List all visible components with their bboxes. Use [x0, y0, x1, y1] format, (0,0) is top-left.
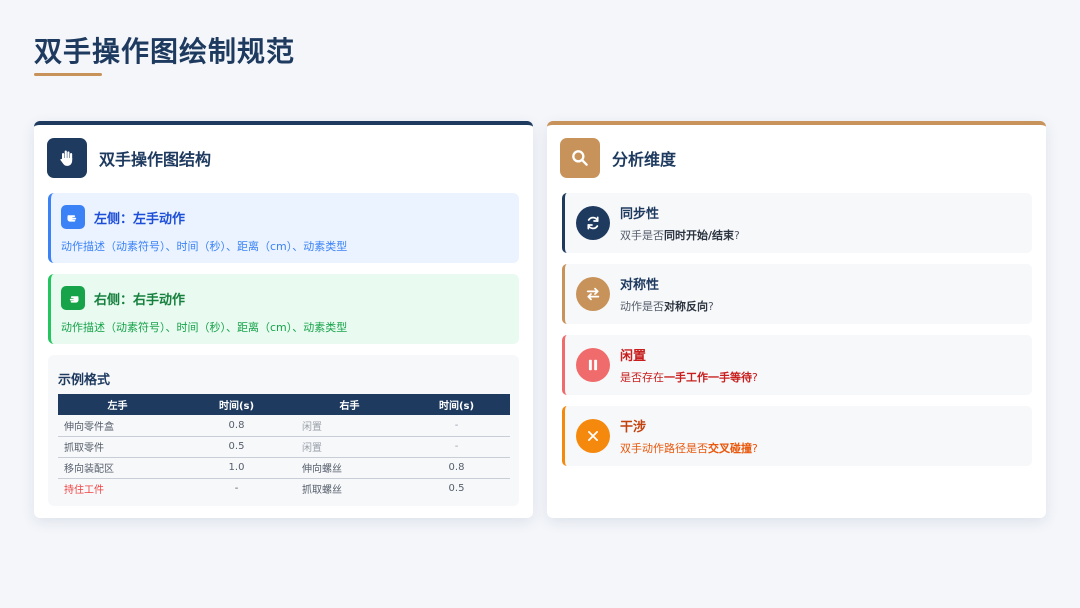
- table-row: 持住工件 - 抓取螺丝 0.5: [58, 478, 510, 499]
- table-cell: 移向装配区: [58, 457, 177, 479]
- page-title: 双手操作图绘制规范: [34, 35, 296, 68]
- analysis-item-desc: 是否存在一手工作一手等待?: [620, 371, 758, 384]
- analysis-item-title: 同步性: [620, 207, 660, 222]
- table-cell: 闲置: [296, 415, 403, 437]
- right-hand-desc: 动作描述（动素符号）、时间（秒）、距离（cm）、动素类型: [61, 321, 348, 334]
- analysis-item-symmetry: 对称性 动作是否对称反向?: [562, 264, 1032, 324]
- table-cell: 抓取零件: [58, 436, 177, 458]
- analysis-item-desc: 双手是否同时开始/结束?: [620, 229, 740, 242]
- title-underline: [34, 73, 102, 76]
- analysis-item-title: 对称性: [620, 278, 660, 293]
- table-header-row: 左手 时间(s) 右手 时间(s): [58, 394, 510, 415]
- analysis-item-title: 闲置: [620, 349, 647, 364]
- table-header-cell: 左手: [58, 394, 177, 415]
- table-cell: 持住工件: [64, 485, 104, 497]
- table-header-cell: 时间(s): [177, 394, 296, 415]
- table-cell: 闲置: [296, 436, 403, 458]
- table-cell: 0.8: [177, 415, 296, 437]
- table-cell: 1.0: [177, 457, 296, 479]
- table-cell: 抓取螺丝: [302, 485, 342, 497]
- table-row: 移向装配区 1.0 伸向螺丝 0.8: [58, 457, 510, 479]
- right-hand-point-icon: [61, 286, 85, 310]
- structure-card-header: 双手操作图结构: [47, 138, 211, 178]
- analysis-card-header: 分析维度: [560, 138, 676, 178]
- table-header-cell: 右手: [296, 394, 403, 415]
- table-cell: 伸向零件盒: [58, 415, 177, 437]
- table-cell: -: [234, 483, 239, 495]
- left-hand-box: 左侧：左手动作 动作描述（动素符号）、时间（秒）、距离（cm）、动素类型: [48, 193, 519, 263]
- table-cell: -: [403, 436, 510, 458]
- left-hand-desc: 动作描述（动素符号）、时间（秒）、距离（cm）、动素类型: [61, 240, 348, 253]
- hand-icon: [47, 138, 87, 178]
- search-icon: [560, 138, 600, 178]
- swap-icon: [576, 277, 610, 311]
- analysis-card-title: 分析维度: [612, 150, 677, 169]
- table-cell: 0.5: [177, 436, 296, 458]
- analysis-item-idle: 闲置 是否存在一手工作一手等待?: [562, 335, 1032, 395]
- table-cell: 伸向螺丝: [296, 457, 403, 479]
- table-header-cell: 时间(s): [403, 394, 510, 415]
- example-table: 左手 时间(s) 右手 时间(s) 伸向零件盒 0.8 闲置 - 抓取零件 0.…: [58, 394, 510, 499]
- analysis-item-title: 干涉: [620, 420, 647, 435]
- table-cell: -: [403, 415, 510, 437]
- pause-icon: [576, 348, 610, 382]
- analysis-item-sync: 同步性 双手是否同时开始/结束?: [562, 193, 1032, 253]
- sync-icon: [576, 206, 610, 240]
- example-box: 示例格式 左手 时间(s) 右手 时间(s) 伸向零件盒 0.8 闲置 - 抓取…: [48, 355, 519, 506]
- right-hand-label: 右侧：右手动作: [94, 292, 186, 308]
- table-cell: 0.8: [403, 457, 510, 479]
- table-cell: 0.5: [448, 483, 465, 495]
- table-row: 伸向零件盒 0.8 闲置 -: [58, 415, 510, 437]
- analysis-item-desc: 双手动作路径是否交叉碰撞?: [620, 442, 758, 455]
- analysis-item-interference: 干涉 双手动作路径是否交叉碰撞?: [562, 406, 1032, 466]
- structure-card-title: 双手操作图结构: [99, 150, 212, 169]
- right-hand-box: 右侧：右手动作 动作描述（动素符号）、时间（秒）、距离（cm）、动素类型: [48, 274, 519, 344]
- analysis-card: 分析维度 同步性 双手是否同时开始/结束? 对称性 动作是否对称反向? 闲置 是…: [547, 121, 1046, 518]
- left-hand-label: 左侧：左手动作: [94, 211, 186, 227]
- left-hand-point-icon: [61, 205, 85, 229]
- example-title: 示例格式: [58, 373, 111, 388]
- close-icon: [576, 419, 610, 453]
- structure-card: 双手操作图结构 左侧：左手动作 动作描述（动素符号）、时间（秒）、距离（cm）、…: [34, 121, 533, 518]
- table-row: 抓取零件 0.5 闲置 -: [58, 436, 510, 458]
- analysis-item-desc: 动作是否对称反向?: [620, 300, 714, 313]
